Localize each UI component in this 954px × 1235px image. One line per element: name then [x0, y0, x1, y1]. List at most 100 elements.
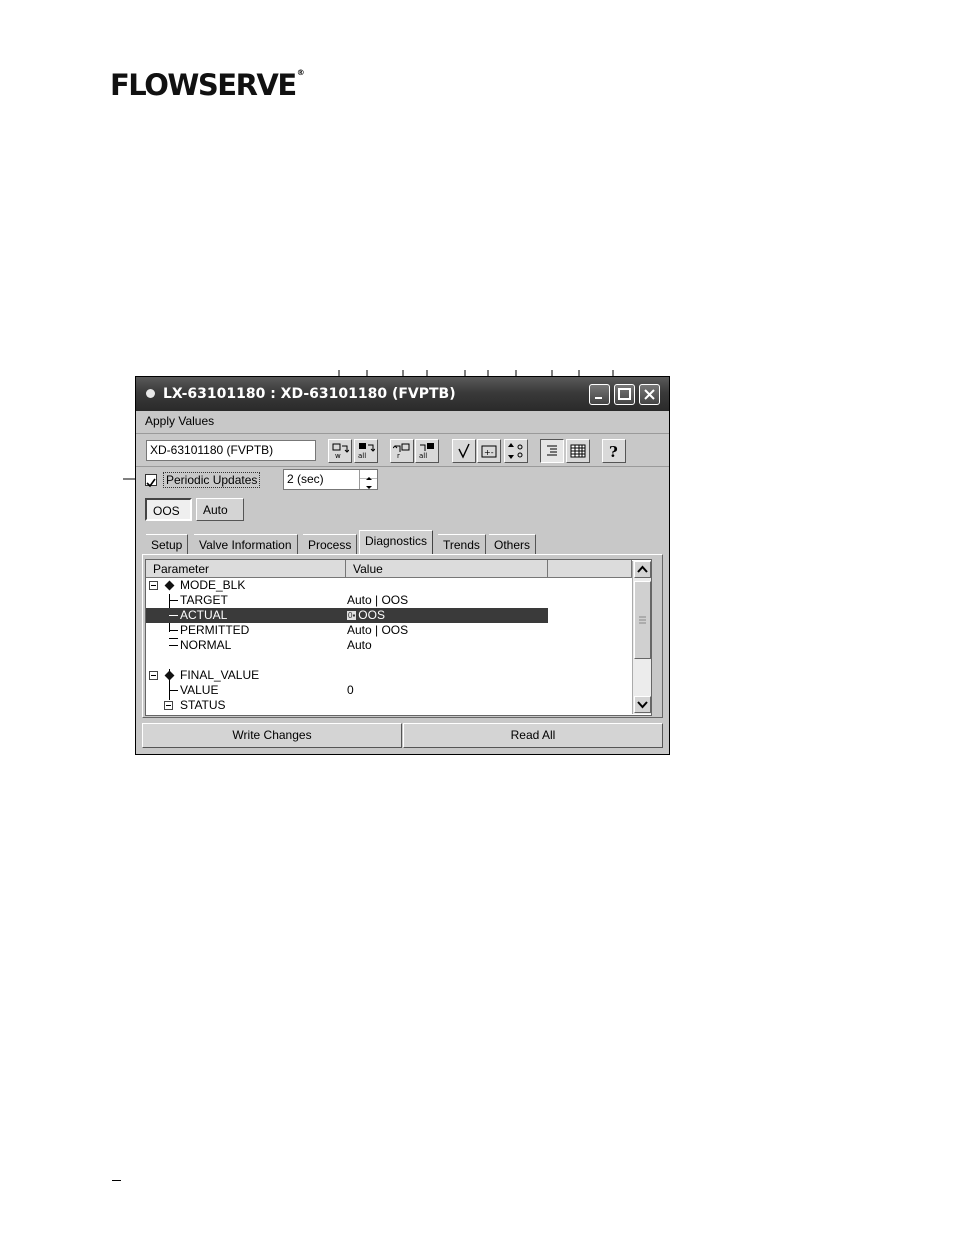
parameter-name: VALUE	[180, 683, 219, 697]
svg-text:+-: +-	[484, 448, 494, 457]
list-view-icon	[547, 445, 557, 456]
parameter-value: 0	[347, 683, 354, 697]
read-icon: r	[393, 443, 410, 460]
tab-diagnostics[interactable]: Diagnostics	[359, 530, 434, 554]
tab-strip: Setup Valve Information Process Diagnost…	[144, 530, 664, 554]
tree-branch	[169, 615, 178, 616]
grip-icon	[639, 616, 646, 624]
help-button[interactable]: ?	[602, 439, 626, 463]
logo-registered: ®	[296, 68, 305, 77]
parameter-value: Auto	[347, 638, 372, 652]
svg-text:?: ?	[609, 443, 618, 460]
menu-bar: Apply Values	[136, 411, 669, 434]
tree-row-mode-blk[interactable]: MODE_BLK	[146, 578, 548, 593]
list-view-button[interactable]	[540, 439, 564, 463]
mode-auto-button[interactable]: Auto	[196, 498, 244, 521]
validate-button[interactable]	[452, 439, 476, 463]
svg-text:w: w	[335, 452, 341, 460]
spinner-up-button[interactable]	[360, 470, 377, 480]
spinner-down-button[interactable]	[360, 480, 377, 489]
tab-process[interactable]: Process	[303, 534, 358, 554]
compare-button[interactable]: +-	[477, 439, 501, 463]
validate-icon	[458, 443, 470, 459]
periodic-updates-label[interactable]: Periodic Updates	[163, 472, 261, 488]
parameter-value: OOS	[358, 608, 385, 622]
mode-oos-button[interactable]: OOS	[145, 498, 192, 521]
menu-apply-values[interactable]: Apply Values	[145, 414, 214, 428]
tab-setup[interactable]: Setup	[146, 534, 189, 554]
parameter-name: NORMAL	[180, 638, 232, 652]
logo-text: FLOWSERVE	[110, 68, 297, 102]
update-interval-spinner[interactable]: 2 (sec)	[283, 469, 378, 490]
tree-row-status[interactable]: STATUS	[146, 698, 548, 713]
chevron-down-icon	[637, 701, 648, 709]
tree-row-target[interactable]: TARGET Auto | OOS	[146, 593, 548, 608]
write-all-icon: all	[358, 443, 375, 460]
block-select-field[interactable]: XD-63101180 (FVPTB)	[146, 440, 316, 461]
sort-icon	[508, 443, 523, 459]
close-button[interactable]	[639, 384, 660, 405]
column-header-parameter[interactable]: Parameter	[146, 560, 346, 578]
parameter-name: ACTUAL	[180, 608, 228, 622]
tree-row-permitted[interactable]: PERMITTED Auto | OOS	[146, 623, 548, 638]
expand-icon[interactable]	[164, 701, 173, 710]
toolbar: XD-63101180 (FVPTB) w all r all +- ?	[136, 434, 669, 467]
write-button[interactable]: w	[328, 439, 352, 463]
minimize-button[interactable]	[589, 384, 610, 405]
tab-trends[interactable]: Trends	[438, 534, 486, 554]
arrow-down-icon	[366, 486, 372, 489]
tree-row-actual-selected[interactable]: ACTUAL 0▪ OOS	[146, 608, 548, 623]
read-button[interactable]: r	[390, 439, 414, 463]
collapse-icon[interactable]	[149, 581, 158, 590]
parameter-name: MODE_BLK	[180, 578, 246, 592]
update-interval-value[interactable]: 2 (sec)	[287, 472, 324, 486]
vertical-scrollbar[interactable]	[632, 561, 651, 714]
tree-branch	[169, 690, 178, 691]
grid-view-button[interactable]	[566, 439, 590, 463]
device-block-window: LX-63101180 : XD-63101180 (FVPTB) Apply …	[135, 376, 670, 755]
tree-branch	[169, 630, 178, 631]
parameter-value: Auto | OOS	[347, 593, 409, 607]
parameter-value: Auto | OOS	[347, 623, 409, 637]
tree-row-final-value[interactable]: FINAL_VALUE	[146, 668, 548, 683]
tree-branch	[169, 638, 178, 639]
periodic-updates-checkbox[interactable]	[145, 474, 157, 488]
tree-row-normal[interactable]: NORMAL Auto	[146, 638, 548, 653]
write-all-button[interactable]: all	[354, 439, 378, 463]
close-icon	[644, 389, 655, 400]
scroll-thumb[interactable]	[634, 581, 651, 659]
flowserve-logo: FLOWSERVE®	[110, 68, 305, 102]
svg-text:r: r	[397, 452, 400, 460]
parameter-grid: Parameter Value MODE_BLK TARGET Auto | O…	[145, 559, 652, 716]
checkmark-icon	[146, 478, 156, 488]
column-header-value[interactable]: Value	[346, 560, 548, 578]
write-icon: w	[332, 443, 349, 460]
parameter-name: STATUS	[180, 698, 226, 712]
sort-button[interactable]	[504, 439, 528, 463]
minimize-icon	[595, 397, 602, 399]
lock-icon: 0▪	[347, 611, 357, 621]
scroll-down-button[interactable]	[634, 696, 651, 713]
block-node-icon	[164, 670, 175, 681]
spinner-buttons	[359, 470, 377, 489]
collapse-icon[interactable]	[149, 671, 158, 680]
tab-valve-information[interactable]: Valve Information	[194, 534, 298, 554]
column-header-empty	[548, 560, 632, 578]
read-all-button[interactable]: all	[415, 439, 439, 463]
svg-text:all: all	[358, 452, 366, 460]
footer-mark	[112, 1180, 121, 1181]
window-title: LX-63101180 : XD-63101180 (FVPTB)	[163, 386, 456, 402]
read-all-bottom-button[interactable]: Read All	[403, 723, 663, 748]
maximize-button[interactable]	[614, 384, 635, 405]
tree-row-value[interactable]: VALUE 0	[146, 683, 548, 698]
parameter-value-cell: 0▪ OOS	[347, 608, 385, 623]
write-changes-button[interactable]: Write Changes	[142, 723, 402, 748]
block-node-icon	[164, 580, 175, 591]
tree-branch	[169, 600, 178, 601]
read-all-icon: all	[419, 443, 434, 460]
title-bar[interactable]: LX-63101180 : XD-63101180 (FVPTB)	[136, 377, 669, 411]
scroll-up-button[interactable]	[634, 561, 651, 578]
tree-branch	[169, 645, 178, 646]
tab-others[interactable]: Others	[489, 534, 537, 554]
parameter-name: PERMITTED	[180, 623, 250, 637]
